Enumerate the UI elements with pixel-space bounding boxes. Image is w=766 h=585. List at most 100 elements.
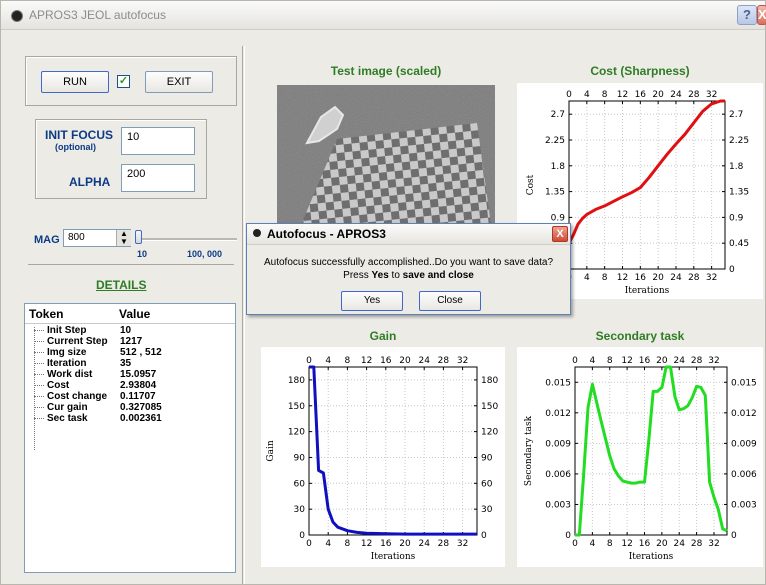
x-tick-label-bottom: 12 xyxy=(617,273,628,283)
x-tick-label-top: 0 xyxy=(566,90,572,100)
y-tick-label-right: 2.7 xyxy=(729,110,743,120)
table-row[interactable]: Cost change 0.11707 xyxy=(25,391,235,402)
tree-branch xyxy=(34,385,44,386)
dialog-close-icon[interactable]: X xyxy=(552,226,568,242)
dialog-close-button[interactable]: Close xyxy=(419,291,481,311)
x-tick-label-top: 4 xyxy=(590,356,596,366)
value-cell: 0.002361 xyxy=(120,413,162,424)
value-cell: 0.11707 xyxy=(120,391,156,402)
value-cell: 2.93804 xyxy=(120,380,157,391)
y-tick-label-left: 180 xyxy=(288,376,305,386)
x-tick-label-bottom: 24 xyxy=(670,273,682,283)
x-tick-label-bottom: 8 xyxy=(607,539,613,549)
y-tick-label-right: 0.009 xyxy=(731,439,757,449)
token-column-header[interactable]: Token xyxy=(29,307,63,321)
y-tick-label-left: 0 xyxy=(565,531,571,541)
tree-branch xyxy=(34,407,44,408)
dialog-message-line1: Autofocus successfully accomplished..Do … xyxy=(263,257,554,268)
table-row[interactable]: Cur gain 0.327085 xyxy=(25,402,235,413)
mag-slider-track[interactable] xyxy=(137,238,237,241)
x-axis-label: Iterations xyxy=(371,552,416,562)
run-button[interactable]: RUN xyxy=(41,71,109,93)
y-tick-label-right: 0.003 xyxy=(731,500,757,510)
tree-branch xyxy=(34,374,44,375)
y-tick-label-right: 2.25 xyxy=(729,136,749,146)
x-tick-label-top: 20 xyxy=(656,356,668,366)
tree-branch xyxy=(34,363,44,364)
gain-chart-svg: 0044881212161620202424282832320 030 3060 60… xyxy=(266,356,498,562)
y-tick-label-left: 1.8 xyxy=(551,162,566,172)
table-row[interactable]: Img size 512 , 512 xyxy=(25,347,235,358)
y-tick-label-left: 0.009 xyxy=(545,439,571,449)
mag-spinner[interactable]: ▲ ▼ xyxy=(116,230,131,246)
x-tick-label-top: 12 xyxy=(617,90,628,100)
vertical-splitter-shadow xyxy=(244,46,245,584)
x-tick-label-bottom: 28 xyxy=(688,273,700,283)
token-cell: Sec task xyxy=(47,413,88,424)
help-button[interactable]: ? xyxy=(737,5,757,25)
series-line xyxy=(567,99,725,244)
dialog-msg-yes: Yes xyxy=(371,270,389,281)
title-bar[interactable]: APROS3 JEOL autofocus ? X xyxy=(1,1,766,30)
x-tick-label-top: 32 xyxy=(706,90,717,100)
spinner-down-icon[interactable]: ▼ xyxy=(117,238,131,246)
y-axis-label: Secondary task xyxy=(524,415,534,486)
token-cell: Cost xyxy=(47,380,70,391)
exit-button[interactable]: EXIT xyxy=(145,71,213,93)
x-axis-label: Iterations xyxy=(625,286,670,296)
value-cell: 0.327085 xyxy=(120,402,162,413)
x-tick-label-bottom: 20 xyxy=(399,539,411,549)
y-tick-label-right: 30 xyxy=(481,505,493,515)
x-tick-label-bottom: 8 xyxy=(345,539,351,549)
x-tick-label-top: 8 xyxy=(345,356,351,366)
y-tick-label-right: 90 xyxy=(481,453,493,463)
table-row[interactable]: Cost 2.93804 xyxy=(25,380,235,391)
y-tick-label-right: 0.45 xyxy=(729,239,749,249)
run-checkbox[interactable]: ✓ xyxy=(117,75,130,88)
y-tick-label-left: 0.015 xyxy=(545,378,571,388)
mag-slider-thumb[interactable] xyxy=(135,230,142,244)
y-tick-label-left: 1.35 xyxy=(545,188,565,198)
test-image xyxy=(277,85,495,225)
plot-frame xyxy=(568,100,726,270)
gain-title: Gain xyxy=(369,329,397,343)
x-tick-label-top: 12 xyxy=(621,356,632,366)
x-tick-label-bottom: 4 xyxy=(584,273,590,283)
dialog-message-line2: Press Yes to save and close xyxy=(247,270,570,281)
x-tick-label-top: 16 xyxy=(380,356,392,366)
table-row[interactable]: Iteration 35 xyxy=(25,358,235,369)
init-focus-label: INIT FOCUS xyxy=(45,128,113,142)
window-title: APROS3 JEOL autofocus xyxy=(29,8,166,22)
x-tick-label-top: 32 xyxy=(457,356,468,366)
dialog-yes-button[interactable]: Yes xyxy=(341,291,403,311)
y-tick-label-left: 0.012 xyxy=(545,409,571,419)
y-tick-label-right: 0.015 xyxy=(731,378,757,388)
alpha-input[interactable]: 200 xyxy=(121,164,195,192)
y-tick-label-right: 1.35 xyxy=(729,188,749,198)
table-row[interactable]: Init Step 10 xyxy=(25,325,235,336)
x-tick-label-top: 8 xyxy=(602,90,608,100)
x-tick-label-bottom: 28 xyxy=(438,539,450,549)
x-tick-label-top: 8 xyxy=(607,356,613,366)
series-line xyxy=(575,365,728,537)
details-title: DETAILS xyxy=(96,278,147,292)
x-tick-label-bottom: 0 xyxy=(306,539,312,549)
close-window-button[interactable]: X xyxy=(757,5,766,25)
gain-chart: 0 0 4 4 8 8 12 12 16 16 20 20 24 24 28 28 32 32 0 0 30 30 60 60… xyxy=(261,347,505,567)
dialog-title-bar[interactable]: Autofocus - APROS3 X xyxy=(247,224,570,245)
details-tree[interactable]: Token Value Init Step 10 Current Step 1217 I… xyxy=(24,303,236,573)
table-row[interactable]: Current Step 1217 xyxy=(25,336,235,347)
table-row[interactable]: Work dist 15.0957 xyxy=(25,369,235,380)
vertical-splitter[interactable] xyxy=(242,46,243,584)
x-tick-label-bottom: 16 xyxy=(639,539,651,549)
init-focus-input[interactable]: 10 xyxy=(121,127,195,155)
value-column-header[interactable]: Value xyxy=(119,307,150,321)
token-cell: Cost change xyxy=(47,391,108,402)
x-tick-label-bottom: 12 xyxy=(621,539,632,549)
x-axis-label: Iterations xyxy=(629,552,674,562)
token-cell: Init Step xyxy=(47,325,87,336)
x-tick-label-bottom: 20 xyxy=(656,539,668,549)
x-tick-label-bottom: 4 xyxy=(325,539,331,549)
table-row[interactable]: Sec task 0.002361 xyxy=(25,413,235,424)
y-tick-label-right: 1.8 xyxy=(729,162,744,172)
